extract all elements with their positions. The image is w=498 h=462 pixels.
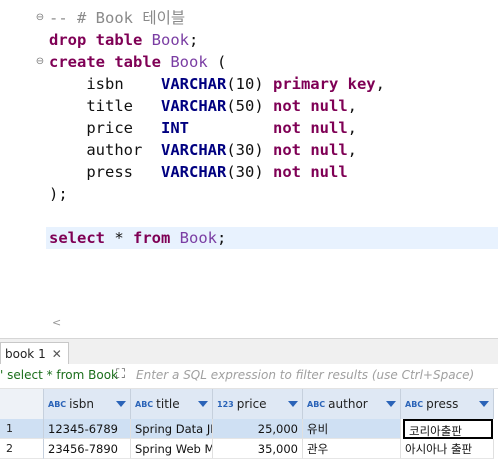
results-tab-bar: book 1 ✕ <box>0 338 498 365</box>
scroll-left-icon[interactable]: < <box>52 316 61 329</box>
table-cell[interactable]: Spring Web MVC <box>131 439 213 459</box>
editor-gutter <box>0 0 46 338</box>
filter-input[interactable]: Enter a SQL expression to filter results… <box>136 368 474 382</box>
table-cell[interactable]: 관우 <box>303 439 401 459</box>
chevron-down-icon[interactable] <box>386 401 396 407</box>
code-line-close: ); <box>49 185 68 203</box>
code-line-col-press: press VARCHAR(30) not null <box>86 163 348 181</box>
chevron-down-icon[interactable] <box>479 401 489 407</box>
table-cell[interactable]: 23456-7890 <box>44 439 131 459</box>
row-number[interactable]: 1 <box>0 419 44 439</box>
number-type-icon: 123 <box>217 399 234 409</box>
code-line-col-title: title VARCHAR(50) not null, <box>86 97 357 115</box>
code-line-select: select * from Book; <box>49 229 227 247</box>
code-line-col-price: price INT not null, <box>86 119 357 137</box>
results-grid: ABC isbn ABC title 123 price ABC author ABC p… <box>0 389 498 462</box>
table-cell[interactable]: 25,000 <box>213 419 303 439</box>
code-line-col-isbn: isbn VARCHAR(10) primary key, <box>86 75 385 93</box>
table-cell[interactable]: Spring Data JPA <box>131 419 213 439</box>
chevron-down-icon[interactable] <box>116 401 126 407</box>
table-cell[interactable]: 35,000 <box>213 439 303 459</box>
table-cell-focused[interactable]: 코리아출판 <box>403 419 493 439</box>
code-line-comment: -- # Book 테이블 <box>49 9 186 27</box>
code-line-col-author: author VARCHAR(30) not null, <box>86 141 357 159</box>
column-header-author[interactable]: ABC author <box>303 389 401 419</box>
column-header-press[interactable]: ABC press <box>401 389 494 419</box>
code-line-create: create table Book ( <box>49 53 227 71</box>
column-header-isbn[interactable]: ABC isbn <box>44 389 131 419</box>
close-icon[interactable]: ✕ <box>52 347 62 361</box>
fold-minus-icon[interactable]: ⊖ <box>35 57 45 67</box>
code-line-drop: drop table Book; <box>49 31 199 49</box>
row-number[interactable]: 2 <box>0 439 44 459</box>
column-header-title[interactable]: ABC title <box>131 389 213 419</box>
string-type-icon: ABC <box>307 399 326 409</box>
query-label: ' select * from Book <box>0 368 119 382</box>
sql-editor[interactable]: ⊖ ⊖ -- # Book 테이블 drop table Book; creat… <box>0 0 498 338</box>
chevron-down-icon[interactable] <box>288 401 298 407</box>
fold-minus-icon[interactable]: ⊖ <box>35 13 45 23</box>
tab-label: book 1 <box>5 347 46 361</box>
table-cell[interactable]: 12345-6789 <box>44 419 131 439</box>
tab-book-1[interactable]: book 1 ✕ <box>0 342 69 365</box>
horizontal-scrollbar[interactable]: < <box>46 316 498 332</box>
row-header-corner <box>0 389 44 419</box>
expand-icon[interactable]: ⛶ <box>116 367 132 383</box>
column-header-price[interactable]: 123 price <box>213 389 303 419</box>
filter-bar: ' select * from Book ⛶ Enter a SQL expre… <box>0 364 498 389</box>
table-cell[interactable]: 아시아나 출판 <box>401 439 494 459</box>
table-cell[interactable]: 유비 <box>303 419 401 439</box>
chevron-down-icon[interactable] <box>198 401 208 407</box>
string-type-icon: ABC <box>405 399 424 409</box>
string-type-icon: ABC <box>135 399 154 409</box>
string-type-icon: ABC <box>48 399 67 409</box>
